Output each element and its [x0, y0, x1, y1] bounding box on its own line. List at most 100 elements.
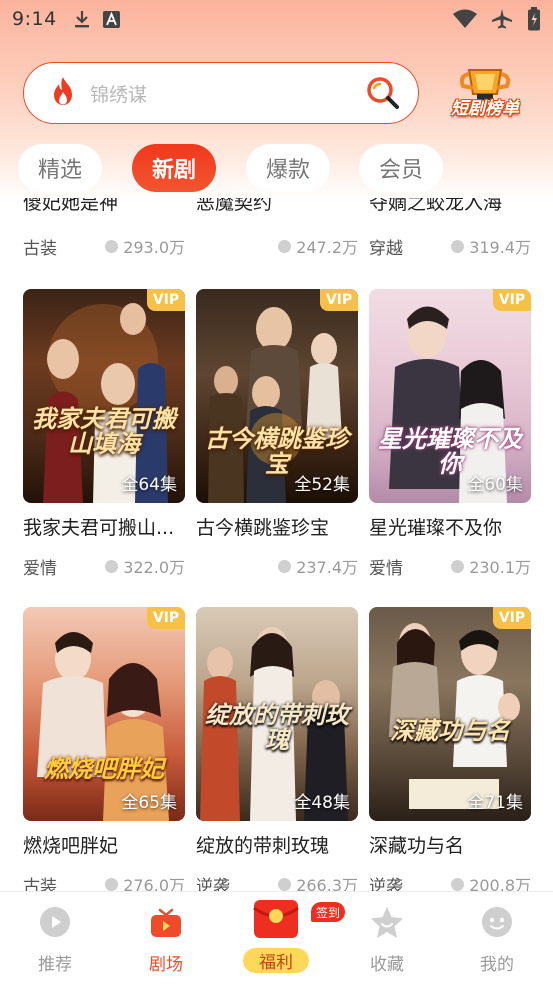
search-icon[interactable]: [366, 76, 400, 114]
nav-label: 福利: [243, 948, 309, 973]
view-count: 200.8万: [451, 872, 531, 891]
nav-label: 收藏: [370, 955, 404, 975]
card-meta: 逆袭 200.8万: [369, 871, 531, 891]
red-envelope-icon: [250, 898, 302, 944]
tv-icon: [150, 906, 182, 942]
genre-tag: 爱情: [369, 558, 403, 579]
status-bar: 9:14: [0, 0, 553, 38]
rank-list-button[interactable]: 短剧榜单: [439, 64, 531, 124]
card-meta: 穿越 319.4万: [369, 233, 531, 259]
poster-title-art: 燃烧吧胖妃: [44, 755, 164, 783]
font-icon: [102, 10, 120, 28]
tab-featured[interactable]: 精选: [18, 144, 102, 192]
poster-title-art: 我家夫君可搬山填海: [32, 405, 176, 459]
card-title[interactable]: 我家夫君可搬山...: [23, 513, 185, 540]
card-meta: 逆袭 266.3万: [196, 871, 358, 891]
view-count: 266.3万: [278, 872, 358, 891]
card-title[interactable]: 夺嫡之蛟龙入海: [369, 198, 502, 215]
smiley-face-icon: [481, 906, 513, 942]
poster-title-art: 绽放的带刺玫瑰: [205, 701, 349, 755]
nav-favorites[interactable]: 收藏: [342, 906, 432, 976]
nav-theater[interactable]: 剧场: [121, 906, 211, 976]
vip-badge: VIP: [320, 289, 358, 311]
play-count-icon: [451, 559, 465, 573]
view-count: 230.1万: [451, 554, 531, 578]
view-count: 293.0万: [105, 234, 185, 258]
card-title[interactable]: 燃烧吧胖妃: [23, 831, 185, 858]
nav-profile[interactable]: 我的: [452, 906, 542, 976]
episode-count: 全64集: [121, 475, 177, 495]
nav-welfare[interactable]: 福利: [231, 898, 321, 973]
view-count: 247.2万: [278, 234, 358, 258]
card-meta: 247.2万: [196, 233, 358, 259]
status-time: 9:14: [12, 8, 57, 30]
episode-count: 全65集: [121, 793, 177, 813]
view-count: 319.4万: [451, 234, 531, 258]
genre-tag: 古装: [23, 238, 57, 259]
genre-tag: 逆袭: [369, 876, 403, 892]
bottom-nav: 推荐 剧场 福利 签到 收藏 我的: [0, 891, 553, 984]
card-title[interactable]: 深藏功与名: [369, 831, 531, 858]
category-tabs: 精选 新剧 爆款 会员: [0, 144, 553, 194]
card-title[interactable]: 古今横跳鉴珍宝: [196, 513, 358, 540]
drama-grid: 傻妃她是神 恶魔契约 夺嫡之蛟龙入海 古装 293.0万 247.2万 穿越 3…: [0, 198, 553, 891]
play-count-icon: [105, 559, 119, 573]
poster-image[interactable]: 燃烧吧胖妃 VIP 全65集: [23, 607, 185, 821]
tab-hits[interactable]: 爆款: [246, 144, 330, 192]
play-circle-icon: [39, 906, 71, 942]
star-icon: [370, 906, 404, 942]
card-meta: 古装 276.0万: [23, 871, 185, 891]
search-input[interactable]: 锦绣谋: [23, 62, 419, 124]
card-title[interactable]: 星光璀璨不及你: [369, 513, 531, 540]
flame-icon: [50, 76, 76, 110]
card-meta: 古装 293.0万: [23, 233, 185, 259]
vip-badge: VIP: [493, 607, 531, 629]
episode-count: 全48集: [294, 793, 350, 813]
view-count: 276.0万: [105, 872, 185, 891]
signin-badge[interactable]: 签到: [311, 902, 345, 922]
card-meta: 237.4万: [196, 553, 358, 579]
vip-badge: VIP: [147, 607, 185, 629]
nav-recommend[interactable]: 推荐: [10, 906, 100, 976]
episode-count: 全52集: [294, 475, 350, 495]
vip-badge: VIP: [147, 289, 185, 311]
play-count-icon: [278, 877, 292, 891]
poster-image[interactable]: 我家夫君可搬山填海 VIP 全64集: [23, 289, 185, 503]
vip-badge: VIP: [493, 289, 531, 311]
nav-label: 推荐: [38, 955, 72, 975]
play-count-icon: [278, 239, 292, 253]
episode-count: 全71集: [467, 793, 523, 813]
card-title[interactable]: 傻妃她是神: [23, 198, 118, 215]
search-placeholder: 锦绣谋: [90, 83, 148, 106]
search-row: 锦绣谋 短剧榜单: [23, 62, 533, 126]
download-icon: [73, 9, 91, 29]
poster-image[interactable]: 绽放的带刺玫瑰 全48集: [196, 607, 358, 821]
play-count-icon: [105, 877, 119, 891]
play-count-icon: [451, 877, 465, 891]
card-title[interactable]: 恶魔契约: [196, 198, 272, 215]
nav-label: 我的: [480, 955, 514, 975]
genre-tag: 古装: [23, 876, 57, 892]
play-count-icon: [278, 559, 292, 573]
episode-count: 全60集: [467, 475, 523, 495]
card-meta: 爱情 322.0万: [23, 553, 185, 579]
rank-list-label: 短剧榜单: [451, 99, 519, 119]
poster-image[interactable]: 深藏功与名 VIP 全71集: [369, 607, 531, 821]
card-title[interactable]: 绽放的带刺玫瑰: [196, 831, 358, 858]
airplane-mode-icon: [491, 8, 513, 30]
poster-image[interactable]: 古今横跳鉴珍宝 VIP 全52集: [196, 289, 358, 503]
poster-title-art: 深藏功与名: [390, 717, 510, 745]
view-count: 322.0万: [105, 554, 185, 578]
play-count-icon: [105, 239, 119, 253]
play-count-icon: [451, 239, 465, 253]
battery-icon: [527, 7, 541, 31]
genre-tag: 爱情: [23, 558, 57, 579]
nav-label: 剧场: [149, 955, 183, 975]
tab-members[interactable]: 会员: [359, 144, 443, 192]
tab-new-dramas[interactable]: 新剧: [132, 144, 216, 192]
card-meta: 爱情 230.1万: [369, 553, 531, 579]
genre-tag: 穿越: [369, 238, 403, 259]
genre-tag: 逆袭: [196, 876, 230, 892]
poster-image[interactable]: 星光璀璨不及你 VIP 全60集: [369, 289, 531, 503]
wifi-icon: [453, 9, 477, 29]
